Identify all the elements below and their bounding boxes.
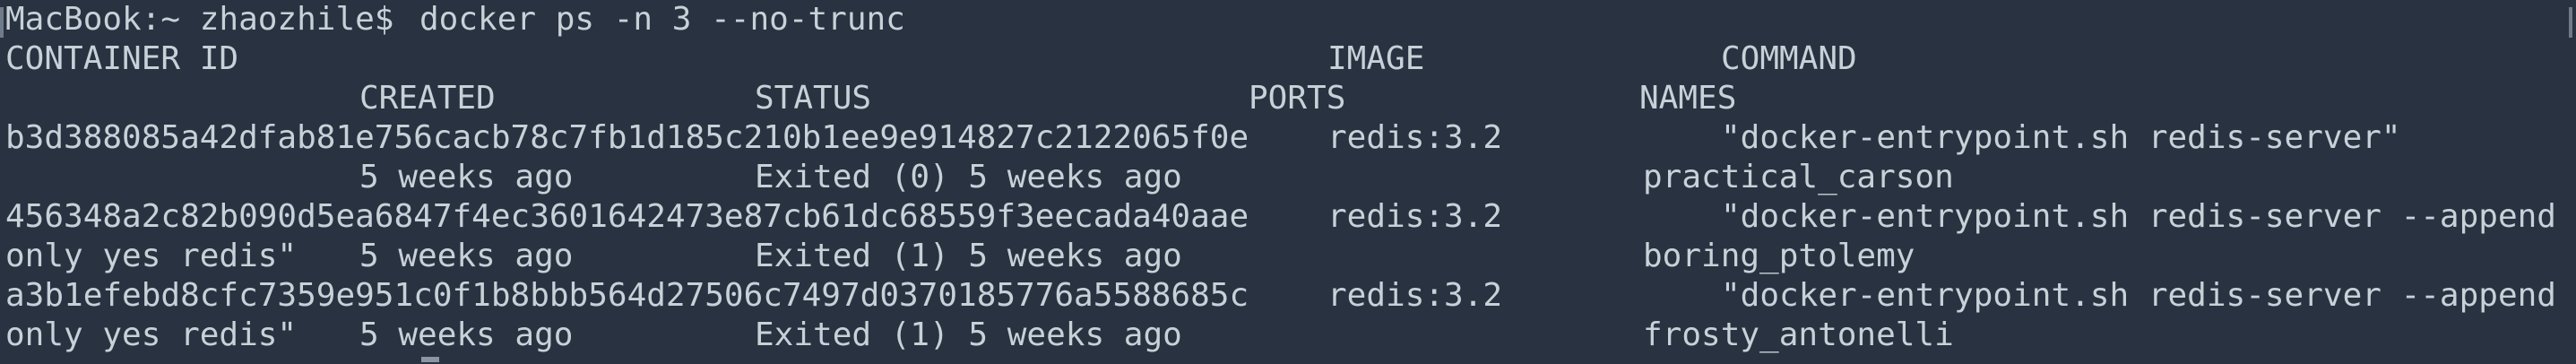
header-line-1: CONTAINER ID IMAGE COMMAND: [0, 39, 2576, 79]
container-name: boring_ptolemy: [1643, 238, 1915, 274]
terminal-cursor: [421, 357, 439, 362]
row-2-line-1: a3b1efebd8cfc7359e951c0f1b8bbb564d27506c…: [0, 276, 2576, 316]
created-value: 5 weeks ago: [359, 159, 574, 195]
command-value-continued: only yes redis": [5, 316, 298, 353]
image-name: redis:3.2: [1327, 198, 1503, 235]
row-1-line-2: only yes redis" 5 weeks ago Exited (1) 5…: [0, 237, 2576, 276]
container-name: frosty_antonelli: [1643, 316, 1954, 353]
status-value: Exited (1) 5 weeks ago: [755, 238, 1182, 274]
row-0-line-1: b3d388085a42dfab81e756cacb78c7fb1d185c21…: [0, 118, 2576, 158]
header-container-id: CONTAINER ID: [5, 40, 239, 77]
prompt: MacBook:~ zhaozhile$: [5, 1, 414, 38]
image-name: redis:3.2: [1327, 277, 1503, 314]
header-image: IMAGE: [1327, 40, 1425, 77]
status-value: Exited (0) 5 weeks ago: [755, 159, 1182, 195]
container-id: 456348a2c82b090d5ea6847f4ec3601642473e87…: [5, 198, 1249, 235]
row-2-line-2: only yes redis" 5 weeks ago Exited (1) 5…: [0, 316, 2576, 355]
created-value: 5 weeks ago: [359, 238, 574, 274]
header-status: STATUS: [755, 80, 872, 117]
container-name: practical_carson: [1643, 159, 1954, 195]
command-line: MacBook:~ zhaozhile$ docker ps -n 3 --no…: [0, 0, 2576, 39]
header-names: NAMES: [1639, 80, 1737, 117]
command-value: "docker-entrypoint.sh redis-server --app…: [1721, 277, 2556, 314]
terminal-window[interactable]: MacBook:~ zhaozhile$ docker ps -n 3 --no…: [0, 0, 2576, 364]
command-value-continued: only yes redis": [5, 238, 298, 274]
row-0-line-2: 5 weeks ago Exited (0) 5 weeks ago pract…: [0, 158, 2576, 197]
container-id: a3b1efebd8cfc7359e951c0f1b8bbb564d27506c…: [5, 277, 1249, 314]
image-name: redis:3.2: [1327, 119, 1503, 156]
header-created: CREATED: [359, 80, 496, 117]
command-value: "docker-entrypoint.sh redis-server --app…: [1721, 198, 2556, 235]
status-value: Exited (1) 5 weeks ago: [755, 316, 1182, 353]
container-id: b3d388085a42dfab81e756cacb78c7fb1d185c21…: [5, 119, 1249, 156]
header-ports: PORTS: [1249, 80, 1346, 117]
header-line-2: CREATED STATUS PORTS NAMES: [0, 79, 2576, 118]
header-command: COMMAND: [1721, 40, 1857, 77]
row-1-line-1: 456348a2c82b090d5ea6847f4ec3601642473e87…: [0, 197, 2576, 237]
created-value: 5 weeks ago: [359, 316, 574, 353]
command-value: "docker-entrypoint.sh redis-server": [1721, 119, 2401, 156]
command-text: docker ps -n 3 --no-trunc: [419, 1, 905, 38]
